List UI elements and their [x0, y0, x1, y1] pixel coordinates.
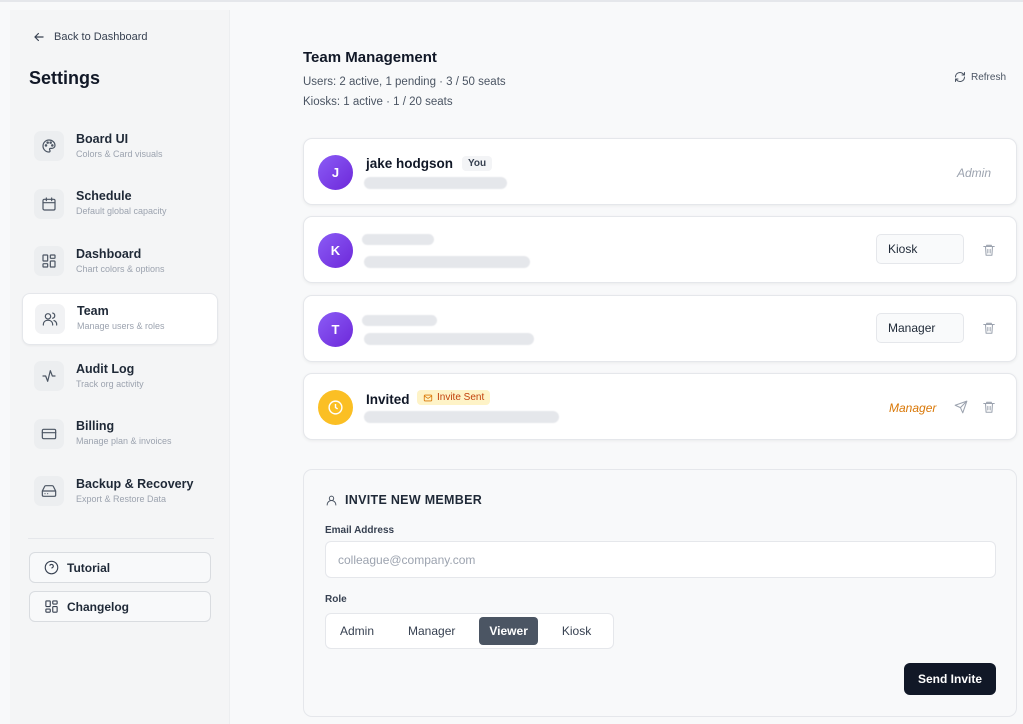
- page-title: Team Management: [303, 49, 437, 66]
- member-role: Manager: [889, 401, 937, 415]
- grid-icon: [34, 246, 64, 276]
- role-label: Role: [325, 594, 347, 605]
- invite-sent-badge: Invite Sent: [417, 390, 491, 405]
- settings-nav: Board UI Colors & Card visuals Schedule …: [22, 120, 218, 523]
- sidebar-item-label: Backup & Recovery: [76, 476, 194, 491]
- sidebar-item-audit-log[interactable]: Audit Log Track org activity: [22, 350, 218, 402]
- sidebar-divider: [28, 538, 214, 539]
- redacted-name: [362, 234, 434, 245]
- role-option-kiosk[interactable]: Kiosk: [552, 617, 601, 645]
- role-option-admin[interactable]: Admin: [330, 617, 384, 645]
- changelog-label: Changelog: [67, 599, 129, 614]
- tutorial-button[interactable]: Tutorial: [29, 552, 211, 583]
- sidebar-item-sub: Track org activity: [76, 378, 144, 389]
- top-border: [0, 0, 1023, 2]
- email-input[interactable]: [325, 541, 996, 578]
- refresh-button[interactable]: Refresh: [954, 71, 1006, 83]
- invite-header: INVITE NEW MEMBER: [325, 493, 482, 507]
- email-label: Email Address: [325, 525, 395, 536]
- avatar: T: [318, 312, 353, 347]
- avatar: K: [318, 233, 353, 268]
- member-name: Invited: [366, 392, 410, 407]
- sidebar-item-label: Dashboard: [76, 246, 142, 261]
- redacted-email: [364, 177, 507, 189]
- redacted-name: [362, 315, 437, 326]
- send-icon: [954, 400, 968, 414]
- delete-invite-button[interactable]: [982, 400, 998, 416]
- invite-panel: INVITE NEW MEMBER Email Address Role Adm…: [303, 469, 1017, 717]
- credit-card-icon: [34, 418, 64, 449]
- member-name: jake hodgson: [366, 156, 454, 171]
- delete-member-button[interactable]: [982, 243, 998, 259]
- member-row: J jake hodgson You Admin: [303, 138, 1017, 205]
- users-stat: Users: 2 active, 1 pending · 3 / 50 seat…: [303, 76, 506, 88]
- trash-icon: [983, 244, 995, 256]
- send-invite-button[interactable]: Send Invite: [904, 663, 996, 695]
- redacted-email: [364, 256, 530, 268]
- palette-icon: [34, 131, 64, 161]
- sidebar-item-label: Team: [77, 304, 109, 318]
- sidebar-item-dashboard[interactable]: Dashboard Chart colors & options: [22, 235, 218, 287]
- sidebar-item-sub: Manage plan & invoices: [76, 436, 172, 446]
- member-row-pending: Invited Invite Sent Manager: [303, 373, 1017, 440]
- sidebar-item-sub: Export & Restore Data: [76, 493, 167, 504]
- trash-icon: [983, 322, 995, 334]
- clock-icon: [318, 390, 353, 425]
- role-option-viewer[interactable]: Viewer: [479, 617, 538, 645]
- sidebar-item-sub: Default global capacity: [76, 206, 167, 216]
- changelog-button[interactable]: Changelog: [29, 591, 211, 622]
- tutorial-label: Tutorial: [67, 560, 111, 575]
- role-segmented-control: Admin Manager Viewer Kiosk: [325, 613, 614, 649]
- sidebar-item-team[interactable]: Team Manage users & roles: [22, 292, 218, 345]
- back-to-dashboard-link[interactable]: Back to Dashboard: [32, 30, 148, 44]
- invite-header-label: INVITE NEW MEMBER: [345, 493, 483, 507]
- avatar: J: [318, 155, 353, 190]
- resend-invite-button[interactable]: [954, 400, 970, 416]
- settings-title: Settings: [29, 68, 101, 88]
- sidebar-item-sub: Manage users & roles: [77, 321, 165, 331]
- kiosks-stat: Kiosks: 1 active · 1 / 20 seats: [303, 96, 453, 108]
- delete-member-button[interactable]: [982, 321, 998, 337]
- redacted-email: [364, 333, 534, 345]
- grid-icon: [45, 600, 58, 613]
- role-option-manager[interactable]: Manager: [398, 617, 465, 645]
- back-link-label: Back to Dashboard: [54, 31, 148, 43]
- role-select[interactable]: Manager: [876, 313, 964, 343]
- member-role: Admin: [957, 166, 992, 180]
- sidebar-item-sub: Chart colors & options: [76, 263, 165, 274]
- redacted-email: [364, 411, 559, 423]
- hard-drive-icon: [34, 476, 64, 506]
- users-icon: [35, 303, 65, 334]
- sidebar-item-sub: Colors & Card visuals: [76, 148, 163, 159]
- sidebar-item-label: Billing: [76, 419, 115, 433]
- sidebar-item-schedule[interactable]: Schedule Default global capacity: [22, 178, 218, 230]
- trash-icon: [983, 401, 995, 413]
- calendar-icon: [34, 188, 64, 219]
- sidebar-item-billing[interactable]: Billing Manage plan & invoices: [22, 408, 218, 460]
- sidebar-item-label: Board UI: [76, 131, 129, 146]
- refresh-icon: [955, 72, 965, 82]
- help-circle-icon: [44, 560, 59, 575]
- sidebar-item-label: Schedule: [76, 189, 132, 203]
- refresh-label: Refresh: [971, 71, 1007, 83]
- activity-icon: [34, 361, 64, 391]
- sidebar-item-board-ui[interactable]: Board UI Colors & Card visuals: [22, 120, 218, 172]
- mail-icon: [423, 394, 433, 401]
- member-row: T Manager: [303, 295, 1017, 362]
- role-select[interactable]: Kiosk: [876, 234, 964, 264]
- settings-sidebar: Back to Dashboard Settings Board UI Colo…: [10, 10, 230, 724]
- invite-sent-label: Invite Sent: [437, 392, 485, 403]
- user-icon: [326, 495, 337, 505]
- arrow-left-icon: [34, 32, 44, 42]
- sidebar-item-backup-recovery[interactable]: Backup & Recovery Export & Restore Data: [22, 465, 218, 517]
- member-row: K Kiosk: [303, 216, 1017, 283]
- you-badge: You: [462, 156, 493, 171]
- sidebar-item-label: Audit Log: [76, 361, 135, 376]
